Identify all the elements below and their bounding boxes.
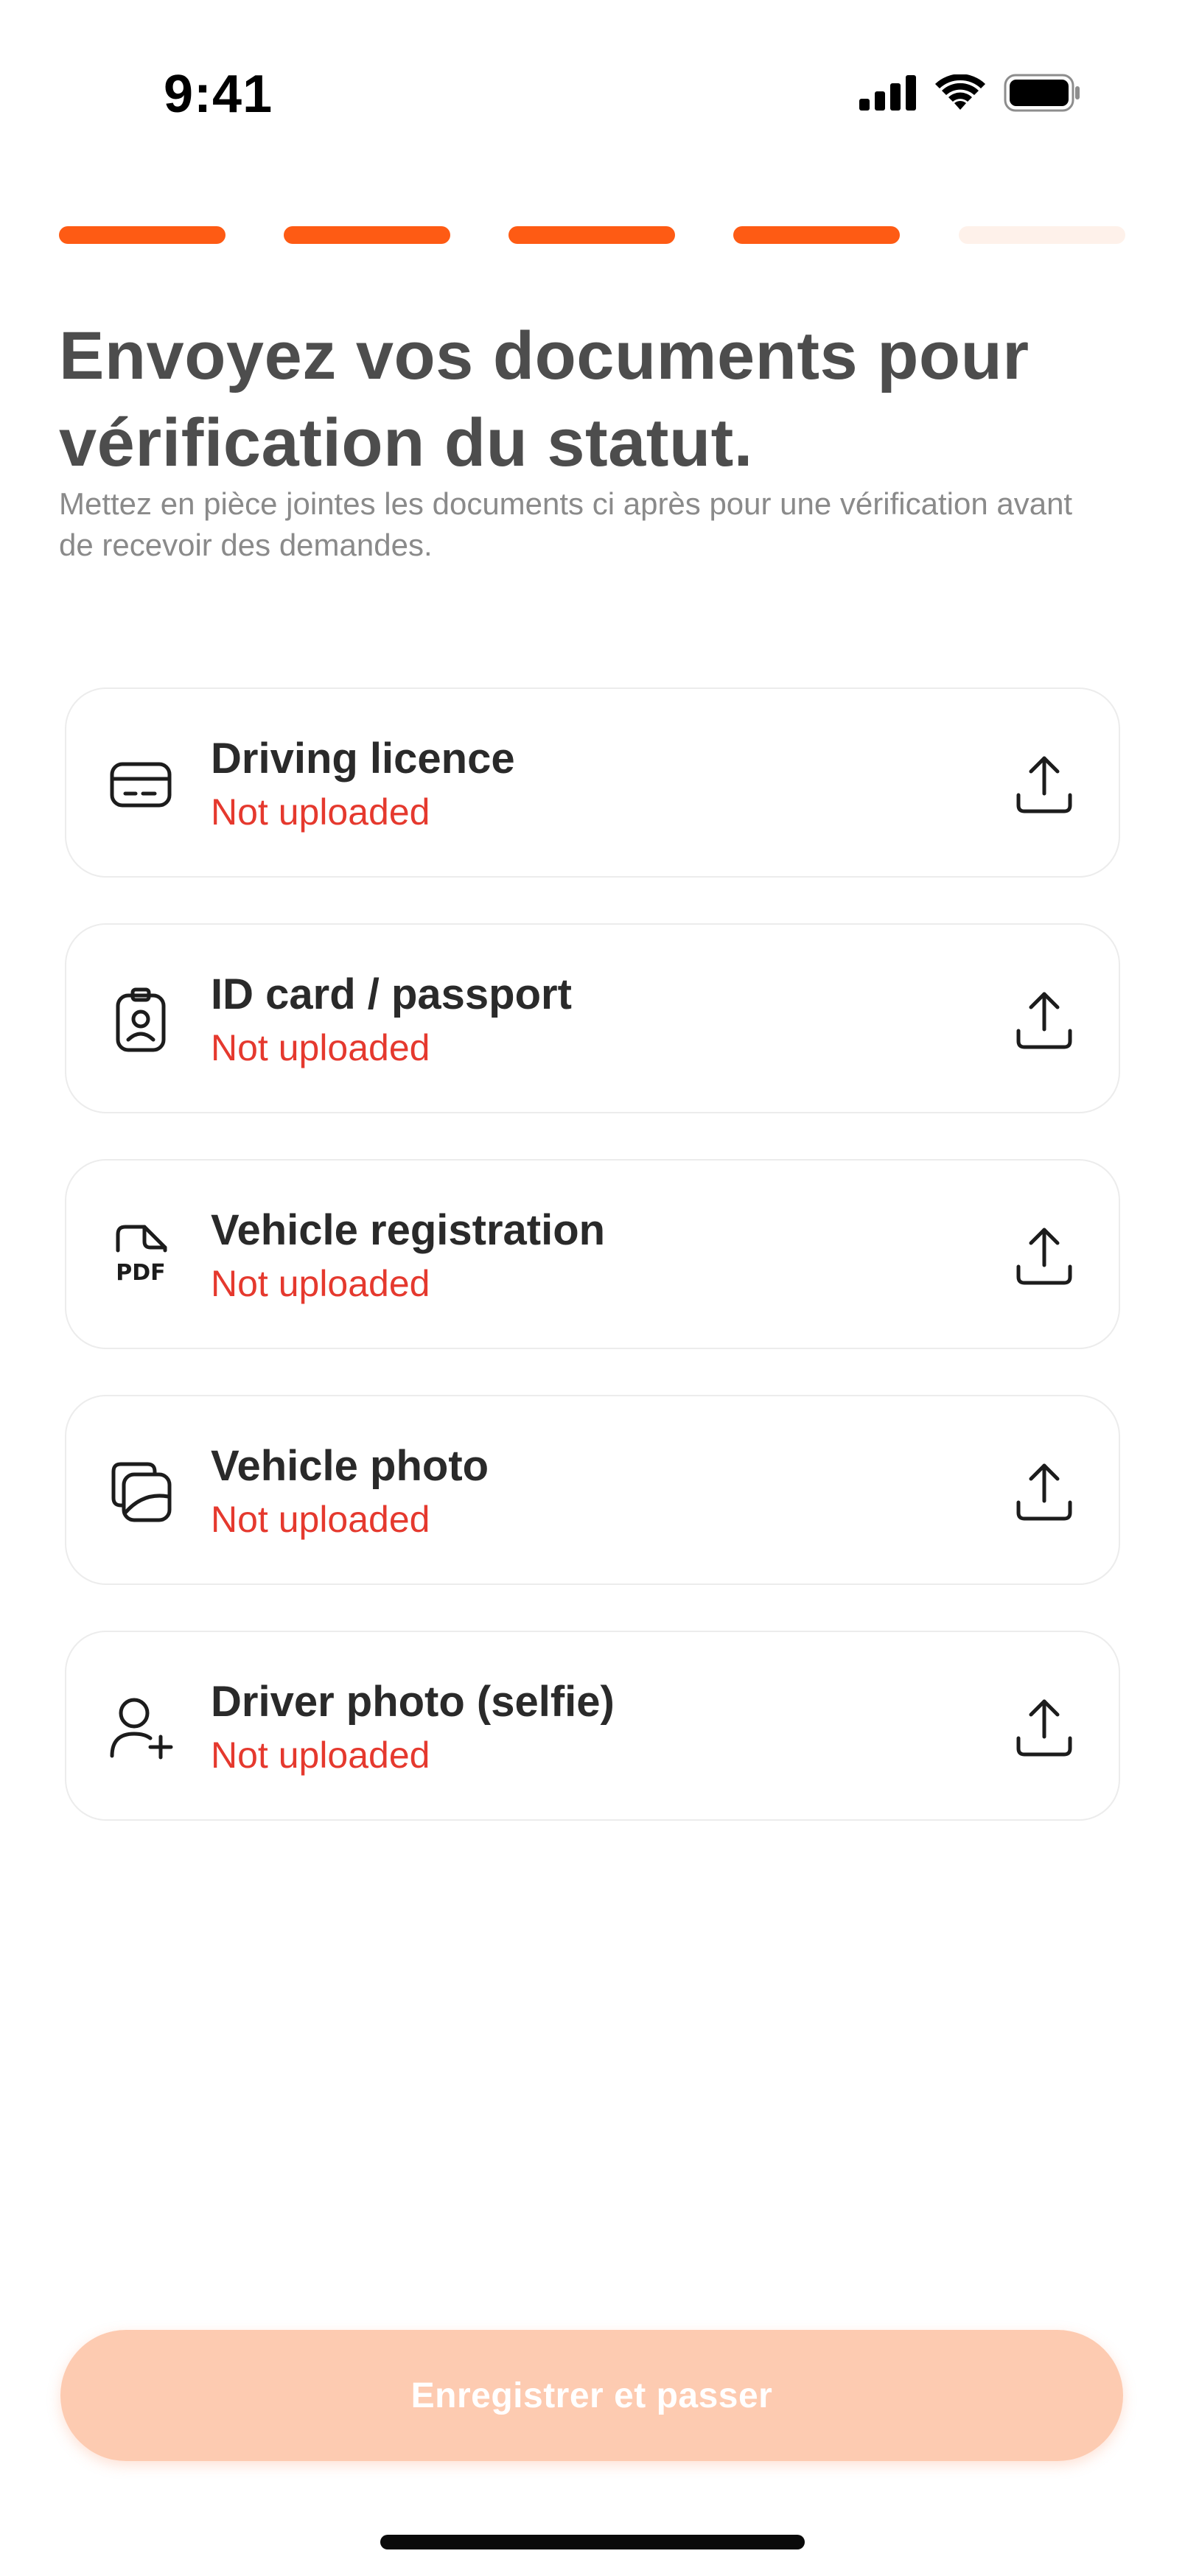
document-title: Driver photo (selfie): [211, 1678, 615, 1726]
upload-icon[interactable]: [1008, 1219, 1080, 1292]
document-status: Not uploaded: [211, 1499, 430, 1540]
save-and-continue-label: Enregistrer et passer: [410, 2376, 773, 2415]
progress-step-2: [284, 226, 450, 244]
document-status: Not uploaded: [211, 1735, 430, 1776]
battery-icon: [1004, 74, 1082, 116]
wifi-icon: [934, 74, 986, 115]
document-card-driving-licence[interactable]: Driving licence Not uploaded: [65, 687, 1120, 878]
progress-step-4: [733, 226, 900, 244]
cellular-signal-icon: [859, 75, 917, 114]
upload-icon[interactable]: [1008, 984, 1080, 1056]
progress-step-5: [959, 226, 1125, 244]
status-time: 9:41: [164, 65, 273, 124]
document-title: Vehicle photo: [211, 1442, 489, 1490]
id-badge-icon: [106, 985, 175, 1054]
upload-icon[interactable]: [1008, 748, 1080, 820]
document-status: Not uploaded: [211, 1263, 430, 1304]
page-subtitle: Mettez en pièce jointes les documents ci…: [59, 486, 1073, 562]
photos-icon: [106, 1457, 175, 1526]
document-title: Driving licence: [211, 735, 515, 783]
page-title: Envoyez vos documents pour vérification …: [59, 318, 1030, 480]
save-and-continue-button[interactable]: Enregistrer et passer: [60, 2330, 1123, 2461]
document-list: Driving licence Not uploaded ID card / p…: [65, 687, 1120, 1866]
document-card-vehicle-photo[interactable]: Vehicle photo Not uploaded: [65, 1395, 1120, 1585]
status-icons: [859, 74, 1082, 116]
home-indicator[interactable]: [380, 2535, 805, 2549]
document-title: Vehicle registration: [211, 1206, 606, 1254]
svg-text:PDF: PDF: [116, 1260, 165, 1286]
document-card-driver-photo[interactable]: Driver photo (selfie) Not uploaded: [65, 1631, 1120, 1821]
progress-steps: [59, 226, 1126, 244]
status-bar: 9:41: [0, 0, 1185, 147]
document-status: Not uploaded: [211, 791, 430, 833]
document-card-vehicle-registration[interactable]: PDF Vehicle registration Not uploaded: [65, 1159, 1120, 1349]
upload-icon[interactable]: [1008, 1691, 1080, 1763]
card-icon: [106, 749, 175, 819]
user-add-icon: [106, 1693, 175, 1762]
pdf-file-icon: PDF: [106, 1221, 175, 1290]
document-card-id-card[interactable]: ID card / passport Not uploaded: [65, 923, 1120, 1113]
progress-step-1: [59, 226, 226, 244]
document-status: Not uploaded: [211, 1027, 430, 1068]
upload-icon[interactable]: [1008, 1455, 1080, 1527]
document-title: ID card / passport: [211, 970, 572, 1018]
progress-step-3: [508, 226, 675, 244]
